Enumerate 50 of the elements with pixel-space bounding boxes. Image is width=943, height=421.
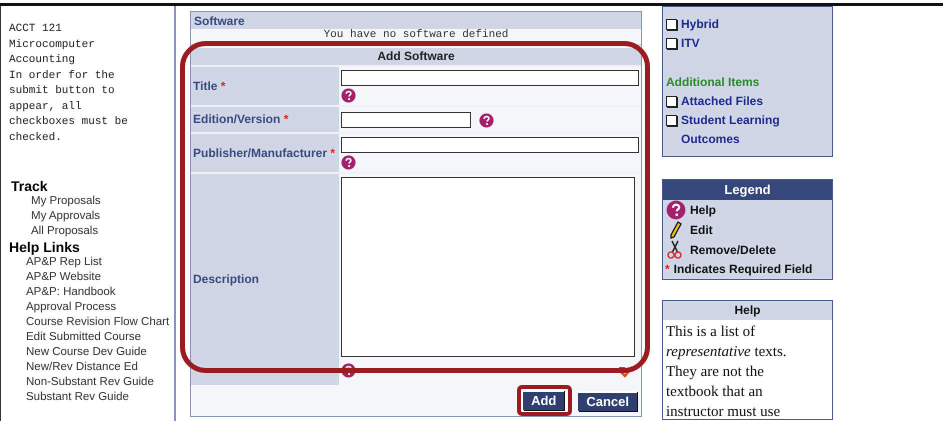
sidebar-link[interactable]: AP&P: Handbook (9, 285, 171, 300)
course-info: ACCT 121 Microcomputer Accounting In order for the submit button to appear, all checkboxes must be checked. (9, 22, 129, 146)
sidebar-link[interactable]: Course Revision Flow Chart (9, 315, 171, 330)
help-icon[interactable] (341, 363, 356, 378)
sidebar-link[interactable]: My Approvals (9, 209, 171, 224)
form-title: Add Software (191, 48, 641, 65)
section-heading: Help Links (9, 239, 81, 255)
sidebar-link[interactable]: Substant Rev Guide (9, 390, 171, 405)
legend-title: Legend (663, 180, 832, 200)
sidebar-link[interactable]: AP&P Rep List (9, 255, 171, 270)
sidebar-link[interactable]: Non-Substant Rev Guide (9, 375, 171, 390)
field-label: Title * (191, 67, 339, 105)
group-heading: Additional Items (666, 74, 760, 91)
field-label: Description (191, 174, 339, 385)
field-label: Edition/Version * (191, 107, 339, 132)
sidebar-link[interactable]: AP&P Website (9, 270, 171, 285)
help-icon[interactable] (666, 200, 686, 220)
sidebar-link[interactable]: New Course Dev Guide (9, 345, 171, 360)
checklist-link[interactable]: Attached Files (681, 92, 811, 111)
checklist-link[interactable]: Hybrid (681, 15, 811, 34)
help-text: This is a list of representative texts. They are not the textbook that an instructor must use (665, 323, 788, 421)
section-title: Software (191, 12, 641, 29)
sidebar-link[interactable]: My Proposals (9, 194, 171, 209)
empty-message: You have no software defined (191, 29, 641, 46)
text-input[interactable] (341, 112, 471, 128)
text-input[interactable] (341, 70, 639, 86)
add-button[interactable]: Add (517, 385, 572, 416)
required-asterisk: * (665, 261, 670, 278)
legend-label: Edit (690, 222, 713, 239)
field-label: Publisher/Manufacturer * (191, 134, 339, 172)
sidebar-link[interactable]: New/Rev Distance Ed (9, 360, 171, 375)
checkbox[interactable] (666, 19, 677, 30)
legend-label: Help (690, 202, 716, 219)
sidebar-link[interactable]: Approval Process (9, 300, 171, 315)
help-icon[interactable] (341, 88, 356, 103)
help-icon[interactable] (341, 155, 356, 170)
checkbox[interactable] (666, 38, 677, 49)
checkbox[interactable] (666, 115, 677, 126)
section-heading: Track (10, 178, 49, 194)
checklist-link[interactable]: Student Learning Outcomes (681, 111, 811, 149)
checklist-link[interactable]: ITV (681, 34, 811, 53)
text-input[interactable] (341, 137, 639, 153)
sidebar-link[interactable]: Edit Submitted Course (9, 330, 171, 345)
legend-label: Remove/Delete (690, 242, 776, 259)
help-title: Help (663, 301, 832, 320)
checkbox[interactable] (666, 96, 677, 107)
help-icon[interactable] (479, 112, 494, 128)
legend-label: Indicates Required Field (674, 261, 812, 278)
sidebar-link[interactable]: All Proposals (9, 224, 171, 239)
cancel-button[interactable]: Cancel (578, 390, 637, 410)
